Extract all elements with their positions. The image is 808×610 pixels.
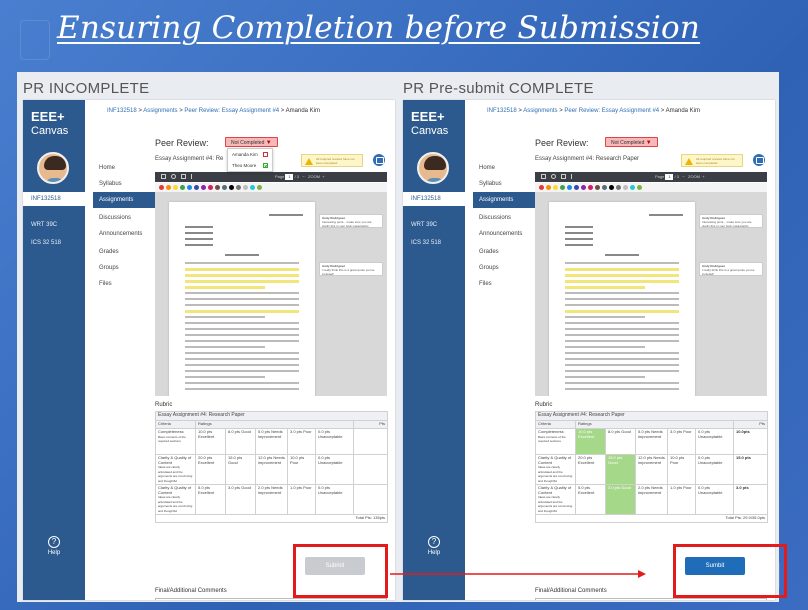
callout-highlight-box [293,544,388,598]
callout-highlight-box [673,544,787,598]
flow-arrow [390,570,646,578]
